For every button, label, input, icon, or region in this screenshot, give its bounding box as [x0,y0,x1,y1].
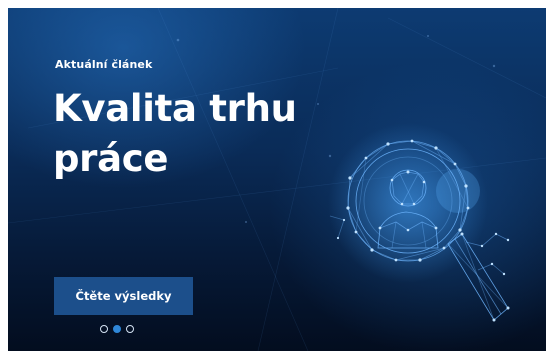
carousel-dot-2[interactable] [113,325,121,333]
carousel-pagination [100,325,134,333]
carousel-dot-3[interactable] [126,325,134,333]
section-eyebrow: Aktuální článek [55,58,153,71]
article-headline[interactable]: Kvalita trhu práce [53,84,323,184]
hero-banner: Aktuální článek Kvalita trhu práce Čtěte… [8,8,546,351]
carousel-dot-1[interactable] [100,325,108,333]
read-results-button[interactable]: Čtěte výsledky [54,277,193,315]
